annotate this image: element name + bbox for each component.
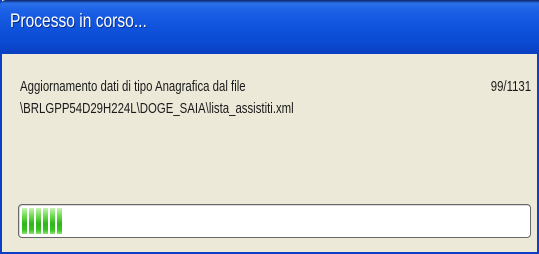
progress-segment <box>36 208 41 234</box>
title-bar[interactable]: Processo in corso... <box>0 0 539 54</box>
progress-counter: 99/1131 <box>490 78 531 95</box>
window-title: Processo in corso... <box>10 11 147 32</box>
status-message-line-1: Aggiornamento dati di tipo Anagrafica da… <box>20 78 246 95</box>
progress-segment <box>29 208 34 234</box>
progress-dialog-window: Processo in corso... Aggiornamento dati … <box>0 0 539 254</box>
status-message-file-path: \BRLGPP54D29H224L\DOGE_SAIA\lista_assist… <box>20 100 294 117</box>
dialog-content: Aggiornamento dati di tipo Anagrafica da… <box>2 54 537 254</box>
progress-bar <box>18 204 531 238</box>
progress-segment <box>57 208 62 234</box>
progress-segment <box>43 208 48 234</box>
progress-segment <box>50 208 55 234</box>
progress-segment <box>22 208 27 234</box>
progress-bar-fill <box>22 208 62 234</box>
